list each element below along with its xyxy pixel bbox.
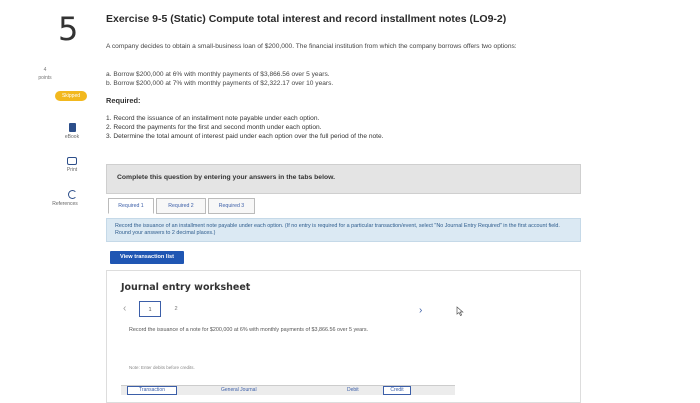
column-credit: Credit <box>383 386 411 395</box>
loan-options: a. Borrow $200,000 at 6% with monthly pa… <box>106 71 333 89</box>
points-label: points <box>38 75 52 81</box>
question-number: 5 <box>58 10 79 48</box>
worksheet-note: Note: Enter debits before credits. <box>129 365 195 370</box>
tab-required-2[interactable]: Required 2 <box>156 198 206 214</box>
references-icon <box>67 190 77 199</box>
option-b: b. Borrow $200,000 at 7% with monthly pa… <box>106 79 334 87</box>
ebook-button[interactable]: eBook <box>52 123 92 140</box>
instructions-banner: Complete this question by entering your … <box>106 164 581 194</box>
banner-text: Complete this question by entering your … <box>117 174 336 181</box>
print-button[interactable]: Print <box>52 157 92 173</box>
column-debit: Debit <box>347 387 359 393</box>
printer-icon <box>67 157 77 165</box>
status-badge: Skipped <box>55 91 87 101</box>
journal-entry-worksheet: Journal entry worksheet ‹ 1 2 › Record t… <box>106 270 581 403</box>
print-label: Print <box>66 167 78 173</box>
page-2[interactable]: 2 <box>165 301 187 317</box>
column-transaction: Transaction <box>127 386 177 395</box>
chevron-left-icon[interactable]: ‹ <box>123 303 126 314</box>
references-button[interactable]: References <box>52 190 92 207</box>
mouse-cursor-icon <box>456 306 464 316</box>
view-transaction-list-button[interactable]: View transaction list <box>110 251 184 264</box>
journal-table-header: Transaction General Journal Debit Credit <box>121 385 455 395</box>
tab-required-3[interactable]: Required 3 <box>208 198 255 214</box>
points-value: 4 <box>43 67 47 73</box>
required-item-2: 2. Record the payments for the first and… <box>106 123 322 131</box>
exercise-title: Exercise 9-5 (Static) Compute total inte… <box>106 13 507 25</box>
worksheet-description: Record the issuance of a note for $200,0… <box>129 327 369 333</box>
chevron-right-icon[interactable]: › <box>419 305 422 316</box>
points-info: 4 points <box>30 66 60 82</box>
tab-instruction: Record the issuance of an installment no… <box>106 218 581 242</box>
required-item-3: 3. Determine the total amount of interes… <box>106 132 384 140</box>
column-general-journal: General Journal <box>221 387 257 393</box>
page-1[interactable]: 1 <box>139 301 161 317</box>
intro-text: A company decides to obtain a small-busi… <box>106 43 517 50</box>
required-heading: Required: <box>106 96 141 105</box>
references-label: References <box>52 201 78 207</box>
worksheet-title: Journal entry worksheet <box>121 282 251 293</box>
book-icon <box>68 123 76 132</box>
option-a: a. Borrow $200,000 at 6% with monthly pa… <box>106 71 330 78</box>
tab-required-1[interactable]: Required 1 <box>108 198 154 214</box>
ebook-label: eBook <box>64 134 80 140</box>
left-rail: 5 4 points Skipped eBook Print Reference… <box>0 0 100 403</box>
required-list: 1. Record the issuance of an installment… <box>106 115 383 141</box>
required-item-1: 1. Record the issuance of an installment… <box>106 115 320 122</box>
